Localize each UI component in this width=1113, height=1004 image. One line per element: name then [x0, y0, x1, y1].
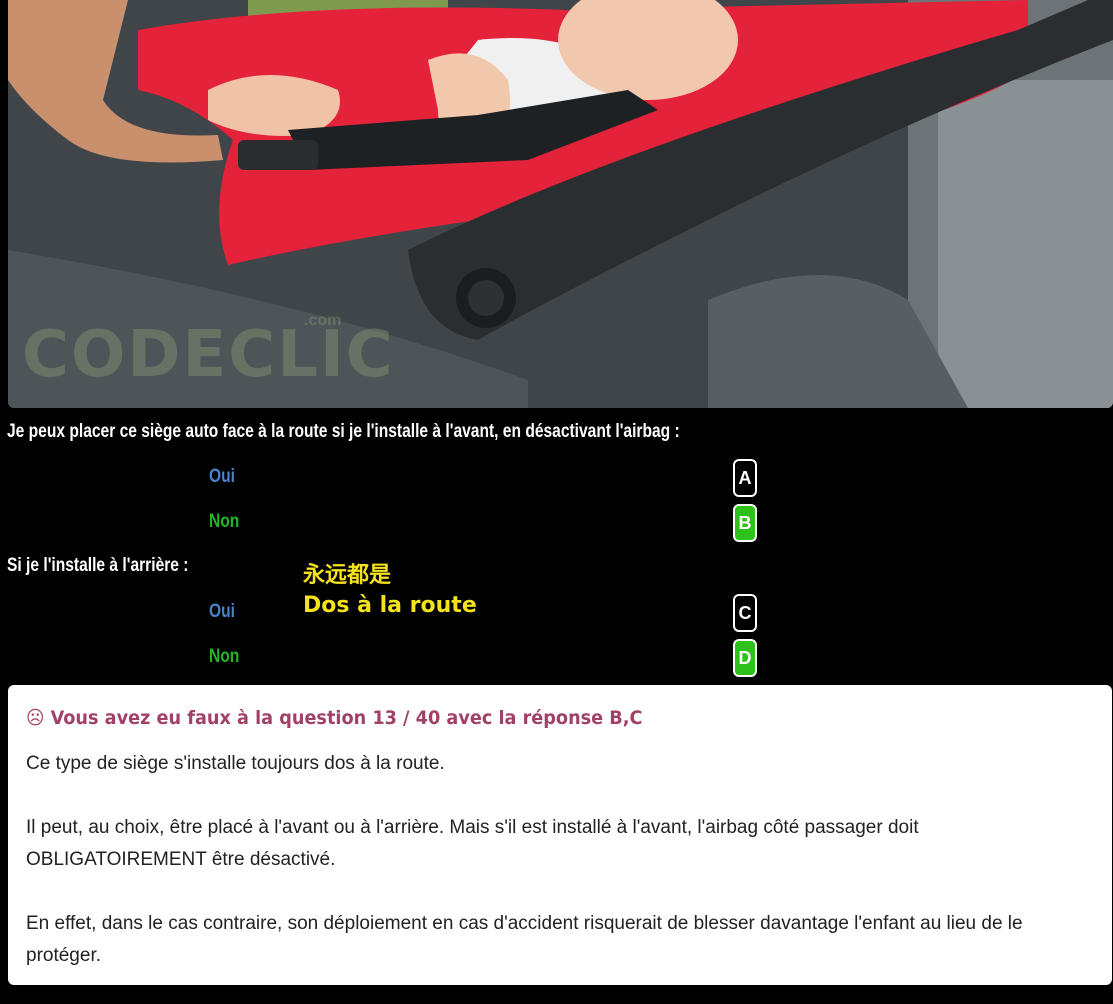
explanation-paragraph: Ce type de siège s'installe toujours dos…	[26, 753, 445, 774]
annotation-line-2: Dos à la route	[303, 593, 477, 618]
question-photo: CODECLIC .com	[8, 0, 1113, 408]
result-heading: ☹ Vous avez eu faux à la question 13 / 4…	[26, 707, 642, 729]
answer-label-b[interactable]: Non	[209, 511, 239, 533]
explanation-paragraph: En effet, dans le cas contraire, son dép…	[26, 913, 1023, 966]
answer-key-a[interactable]: A	[733, 459, 757, 497]
handwritten-annotation: 永远都是 Dos à la route	[303, 561, 477, 621]
answer-label-d[interactable]: Non	[209, 646, 239, 668]
watermark-suffix: .com	[304, 312, 342, 329]
answer-label-a[interactable]: Oui	[209, 466, 235, 488]
sad-face-icon: ☹	[26, 707, 45, 729]
result-panel: ☹ Vous avez eu faux à la question 13 / 4…	[8, 685, 1112, 985]
explanation-paragraph: Il peut, au choix, être placé à l'avant …	[26, 817, 919, 870]
explanation: Ce type de siège s'installe toujours dos…	[26, 748, 1076, 1004]
question-text-2: Si je l'installe à l'arrière :	[7, 555, 189, 576]
result-heading-text: Vous avez eu faux à la question 13 / 40 …	[50, 707, 643, 729]
annotation-line-1: 永远都是	[303, 563, 392, 588]
answer-label-c[interactable]: Oui	[209, 601, 235, 623]
answer-key-d[interactable]: D	[733, 639, 757, 677]
answer-key-b[interactable]: B	[733, 504, 757, 542]
answer-key-c[interactable]: C	[733, 594, 757, 632]
question-text-1: Je peux placer ce siège auto face à la r…	[7, 421, 680, 442]
